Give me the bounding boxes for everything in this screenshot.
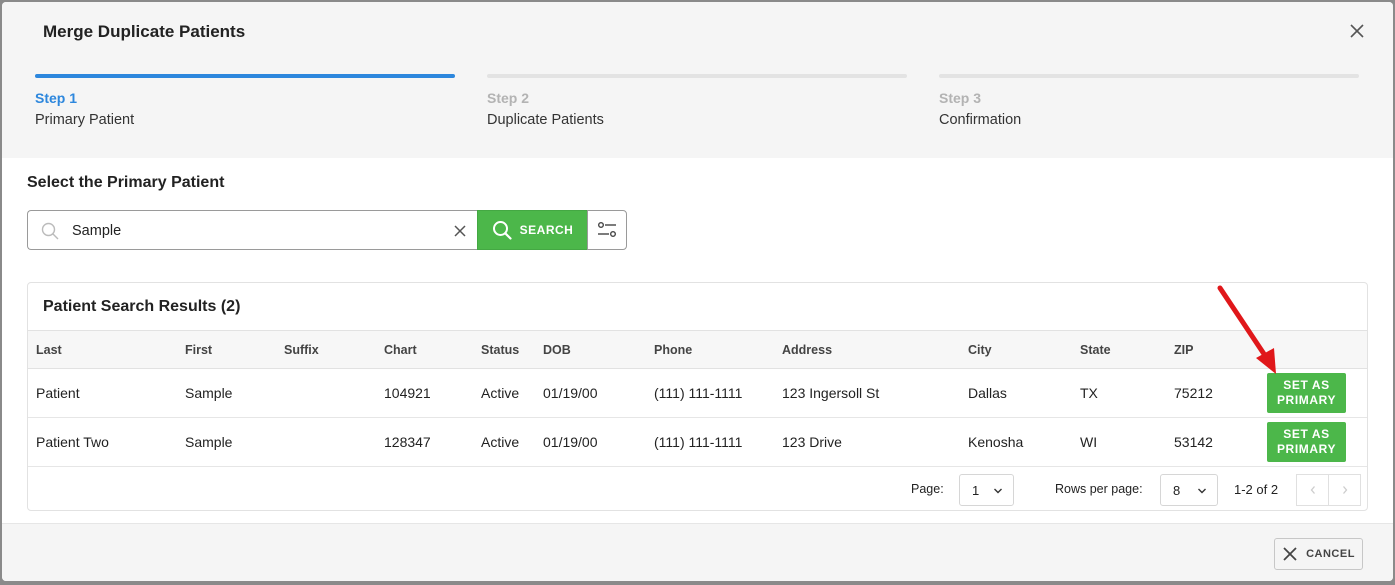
modal-header: Merge Duplicate Patients Step 1 Primary … [2, 2, 1393, 158]
cell-last: Patient Two [28, 417, 185, 467]
column-header-actions [1267, 330, 1367, 369]
set-as-primary-button[interactable]: SET AS PRIMARY [1267, 422, 1346, 462]
cell-phone: (111) 111-1111 [654, 368, 782, 418]
page-label: Page: [911, 482, 944, 496]
column-header[interactable]: City [968, 330, 1080, 369]
table-header-row: Last First Suffix Chart Status DOB Phone… [28, 330, 1367, 369]
merge-patients-modal: Merge Duplicate Patients Step 1 Primary … [2, 2, 1393, 581]
results-table: Last First Suffix Chart Status DOB Phone… [28, 330, 1367, 467]
cell-chart: 104921 [384, 368, 481, 418]
cancel-button-label: CANCEL [1306, 548, 1355, 560]
chevron-down-icon [994, 488, 1002, 494]
step-2-progress-bar [487, 74, 907, 78]
rows-per-page-value: 8 [1173, 482, 1181, 498]
cell-action: SET AS PRIMARY [1267, 417, 1367, 467]
column-header[interactable]: Last [28, 330, 185, 369]
step-3: Step 3 Confirmation [939, 74, 1359, 128]
cell-address: 123 Drive [782, 417, 968, 467]
column-header[interactable]: Address [782, 330, 968, 369]
cell-action: SET AS PRIMARY [1267, 368, 1367, 418]
search-button-label: SEARCH [519, 223, 574, 237]
cell-first: Sample [185, 417, 284, 467]
column-header[interactable]: ZIP [1174, 330, 1267, 369]
cell-status: Active [481, 368, 543, 418]
cell-first: Sample [185, 368, 284, 418]
rows-per-page-label: Rows per page: [1055, 482, 1143, 496]
clear-icon[interactable] [452, 223, 468, 239]
chevron-down-icon [1198, 488, 1206, 494]
column-header[interactable]: DOB [543, 330, 654, 369]
table-row[interactable]: Patient Two Sample 128347 Active 01/19/0… [28, 417, 1367, 467]
column-header[interactable]: First [185, 330, 284, 369]
pagination-range: 1-2 of 2 [1234, 482, 1279, 497]
cell-state: WI [1080, 417, 1174, 467]
page-select-value: 1 [972, 482, 980, 498]
prev-page-button[interactable] [1296, 474, 1329, 506]
cell-dob: 01/19/00 [543, 368, 654, 418]
search-button[interactable]: SEARCH [477, 210, 588, 250]
close-icon[interactable] [1346, 20, 1368, 42]
step-1-name: Primary Patient [35, 112, 135, 128]
step-3-name: Confirmation [939, 112, 1022, 128]
cancel-button[interactable]: CANCEL [1274, 538, 1363, 570]
cell-suffix [284, 417, 384, 467]
results-panel: Patient Search Results (2) Last First Su… [27, 282, 1368, 511]
next-page-button[interactable] [1328, 474, 1361, 506]
section-title: Select the Primary Patient [27, 174, 225, 191]
page-select[interactable]: 1 [959, 474, 1014, 506]
cell-suffix [284, 368, 384, 418]
rows-per-page-select[interactable]: 8 [1160, 474, 1218, 506]
cell-zip: 75212 [1174, 368, 1267, 418]
filter-icon [598, 222, 616, 237]
cell-zip: 53142 [1174, 417, 1267, 467]
cell-chart: 128347 [384, 417, 481, 467]
cell-status: Active [481, 417, 543, 467]
set-as-primary-button[interactable]: SET AS PRIMARY [1267, 373, 1346, 413]
step-3-number: Step 3 [939, 90, 982, 106]
step-1: Step 1 Primary Patient [35, 74, 455, 128]
chevron-right-icon [1342, 486, 1347, 494]
step-2-name: Duplicate Patients [487, 112, 604, 128]
column-header[interactable]: Suffix [284, 330, 384, 369]
cell-address: 123 Ingersoll St [782, 368, 968, 418]
search-icon [41, 222, 59, 240]
step-3-progress-bar [939, 74, 1359, 78]
column-header[interactable]: Phone [654, 330, 782, 369]
cell-phone: (111) 111-1111 [654, 417, 782, 467]
chevron-left-icon [1310, 486, 1315, 494]
search-icon [492, 221, 512, 240]
cell-city: Dallas [968, 368, 1080, 418]
filter-button[interactable] [587, 210, 627, 250]
search-input[interactable] [72, 220, 442, 242]
column-header[interactable]: State [1080, 330, 1174, 369]
cell-dob: 01/19/00 [543, 417, 654, 467]
cell-city: Kenosha [968, 417, 1080, 467]
modal-title: Merge Duplicate Patients [43, 22, 246, 41]
cell-last: Patient [28, 368, 185, 418]
column-header[interactable]: Chart [384, 330, 481, 369]
step-1-number: Step 1 [35, 90, 78, 106]
table-row[interactable]: Patient Sample 104921 Active 01/19/00 (1… [28, 368, 1367, 418]
results-title: Patient Search Results (2) [43, 298, 241, 315]
step-2-number: Step 2 [487, 90, 530, 106]
search-field [27, 210, 477, 250]
step-2: Step 2 Duplicate Patients [487, 74, 907, 128]
cell-state: TX [1080, 368, 1174, 418]
modal-footer: CANCEL [2, 523, 1393, 581]
step-1-progress-bar [35, 74, 455, 78]
close-icon [1283, 547, 1297, 561]
column-header[interactable]: Status [481, 330, 543, 369]
